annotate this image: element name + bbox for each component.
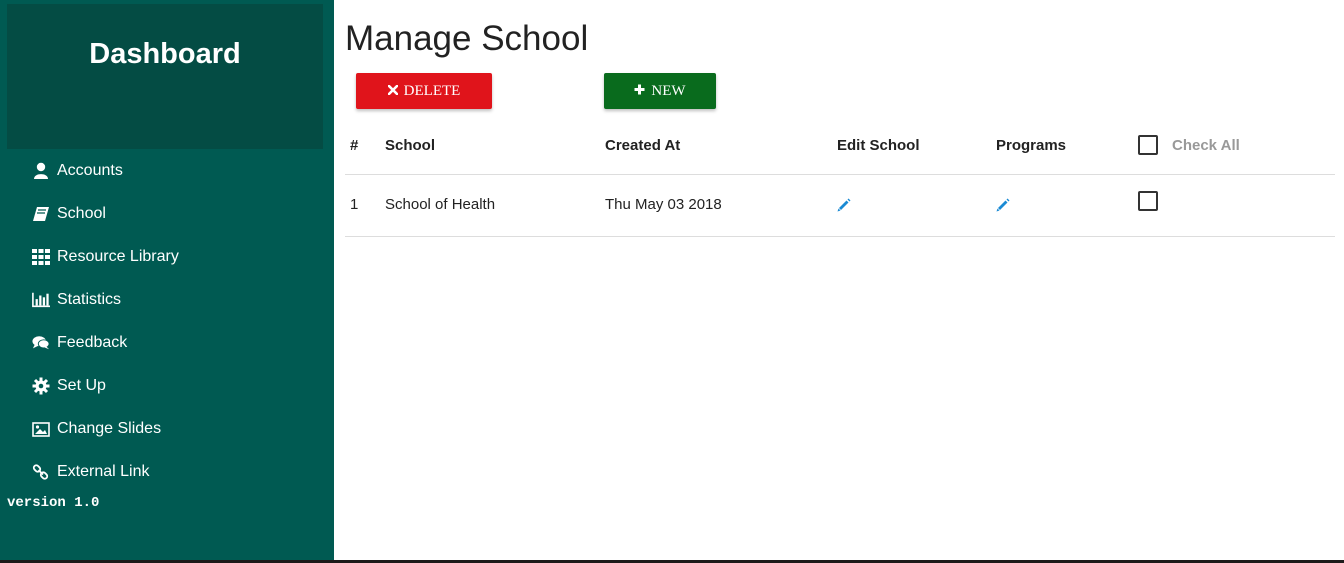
sidebar-item-label: Feedback: [57, 334, 128, 351]
sidebar-item-label: Accounts: [57, 162, 123, 179]
page-title: Manage School: [345, 19, 589, 58]
row-number: 1: [350, 196, 359, 213]
link-icon: [32, 463, 50, 481]
book-icon: [32, 205, 50, 223]
check-all-checkbox[interactable]: [1138, 135, 1158, 155]
sidebar-item-statistics[interactable]: Statistics: [32, 285, 121, 315]
table-divider: [345, 236, 1335, 237]
main-content: Manage School DELETE NEW # School Create…: [334, 0, 1344, 560]
gear-icon: [32, 377, 50, 395]
close-icon: [387, 83, 398, 100]
sidebar-item-feedback[interactable]: Feedback: [32, 328, 127, 358]
sidebar-header: Dashboard: [7, 4, 323, 149]
column-header-programs: Programs: [996, 137, 1067, 154]
new-button[interactable]: NEW: [604, 73, 716, 109]
sidebar-item-label: Statistics: [57, 291, 122, 308]
programs-pencil-icon[interactable]: [996, 198, 1010, 217]
sidebar-item-external-link[interactable]: External Link: [32, 457, 150, 487]
sidebar-item-set-up[interactable]: Set Up: [32, 371, 106, 401]
sidebar-item-school[interactable]: School: [32, 199, 106, 229]
sidebar-item-accounts[interactable]: Accounts: [32, 156, 123, 186]
new-label: NEW: [651, 82, 686, 99]
column-header-created-at: Created At: [605, 137, 681, 154]
column-header-number: #: [350, 137, 359, 154]
edit-school-pencil-icon[interactable]: [837, 198, 851, 217]
sidebar-item-change-slides[interactable]: Change Slides: [32, 414, 161, 444]
table-divider: [345, 174, 1335, 175]
check-all-label[interactable]: Check All: [1172, 137, 1240, 154]
sidebar-item-label: Change Slides: [57, 420, 162, 437]
sidebar-item-resource-library[interactable]: Resource Library: [32, 242, 179, 272]
sidebar: Dashboard Accounts School Resource Libra…: [0, 0, 334, 560]
delete-label: DELETE: [403, 82, 461, 99]
user-icon: [32, 162, 50, 180]
row-created-at: Thu May 03 2018: [605, 196, 722, 213]
dashboard-title[interactable]: Dashboard: [7, 38, 323, 71]
sidebar-item-label: School: [57, 205, 106, 222]
column-header-edit-school: Edit School: [837, 137, 920, 154]
delete-button[interactable]: DELETE: [356, 73, 492, 109]
row-school-name: School of Health: [385, 196, 496, 213]
sidebar-item-label: Resource Library: [57, 248, 179, 265]
comments-icon: [32, 334, 50, 352]
bar-chart-icon: [32, 291, 50, 309]
column-header-school: School: [385, 137, 436, 154]
sidebar-item-label: Set Up: [57, 377, 106, 394]
grid-icon: [32, 248, 50, 266]
plus-icon: [634, 83, 645, 100]
row-checkbox[interactable]: [1138, 191, 1158, 211]
sidebar-item-label: External Link: [57, 463, 150, 480]
version-label: version 1.0: [7, 495, 100, 511]
image-icon: [32, 420, 50, 438]
